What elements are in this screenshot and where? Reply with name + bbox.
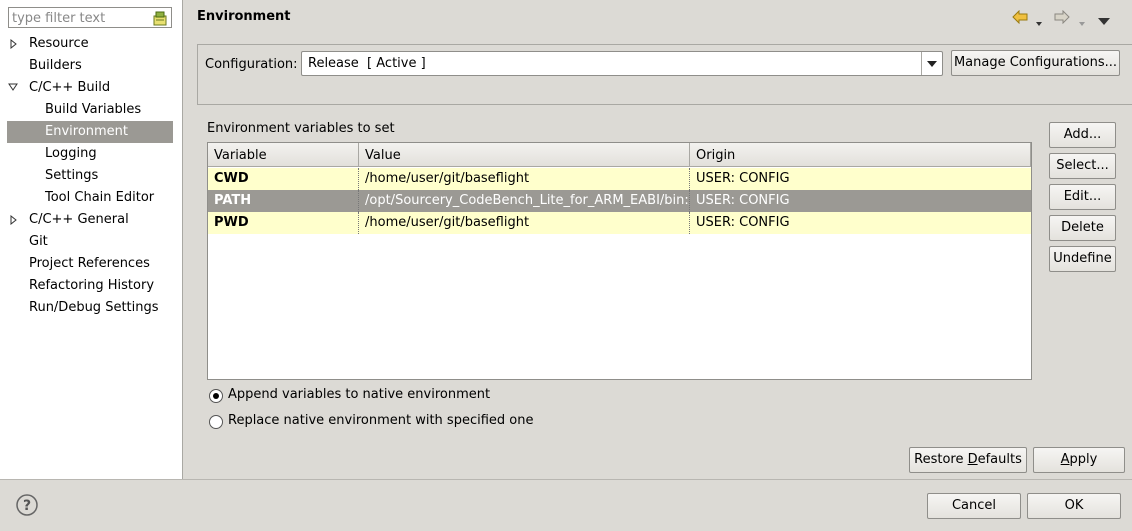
restore-defaults-button[interactable]: Restore Defaults: [909, 447, 1027, 473]
tree-item-label: Settings: [45, 168, 99, 183]
tree-item-label: Logging: [45, 146, 97, 161]
tree-item-label: Refactoring History: [29, 278, 155, 293]
undefine-button[interactable]: Undefine: [1049, 246, 1116, 272]
origin-cell: USER: CONFIG: [696, 215, 790, 230]
select-button[interactable]: Select...: [1049, 153, 1116, 179]
replace-radio-label[interactable]: Replace native environment with specifie…: [228, 413, 533, 428]
table-header: Variable Value Origin: [208, 143, 1031, 167]
column-header-variable[interactable]: Variable: [208, 143, 359, 167]
variable-cell: PATH: [208, 190, 359, 212]
back-arrow-icon[interactable]: [1012, 9, 1028, 28]
table-row[interactable]: PATH /opt/Sourcery_CodeBench_Lite_for_AR…: [208, 190, 1031, 212]
apply-button[interactable]: Apply: [1033, 447, 1125, 473]
tree-item-builders[interactable]: Builders: [0, 55, 182, 77]
dialog-button-bar: ? Cancel OK: [0, 479, 1132, 531]
clear-filter-icon[interactable]: [153, 10, 167, 26]
origin-cell: USER: CONFIG: [696, 193, 790, 208]
forward-dropdown-icon[interactable]: [1079, 15, 1085, 30]
add-button[interactable]: Add...: [1049, 122, 1116, 148]
tree-item-logging[interactable]: Logging: [0, 143, 182, 165]
forward-arrow-icon[interactable]: [1054, 9, 1070, 28]
back-dropdown-icon[interactable]: [1036, 15, 1042, 30]
origin-cell: USER: CONFIG: [696, 171, 790, 186]
value-cell: /home/user/git/baseflight: [359, 168, 690, 190]
chevron-down-icon[interactable]: [921, 52, 942, 75]
configuration-label: Configuration:: [205, 57, 298, 72]
tree-item-label: Resource: [29, 36, 89, 51]
tree-item-refactoring-history[interactable]: Refactoring History: [0, 275, 182, 297]
variable-cell: CWD: [208, 168, 359, 190]
tree-item-label: Tool Chain Editor: [45, 190, 155, 205]
tree-item-label: Build Variables: [45, 102, 142, 117]
env-section-label: Environment variables to set: [207, 121, 395, 136]
tree-item-tool-chain-editor[interactable]: Tool Chain Editor: [0, 187, 182, 209]
expand-icon[interactable]: [10, 209, 20, 231]
edit-button[interactable]: Edit...: [1049, 184, 1116, 210]
tree-item-label: Builders: [29, 58, 82, 73]
value-cell: /home/user/git/baseflight: [359, 212, 690, 234]
tree-item-label: C/C++ Build: [29, 80, 111, 95]
ok-button[interactable]: OK: [1027, 493, 1121, 519]
tree-item-label: Run/Debug Settings: [29, 300, 159, 315]
tree-item-resource[interactable]: Resource: [0, 33, 182, 55]
navigation-pane: Resource Builders C/C++ Build Build Vari…: [0, 0, 183, 479]
tree-item-cpp-general[interactable]: C/C++ General: [0, 209, 182, 231]
properties-page: Environment Configuration: Release [ Act…: [184, 0, 1132, 479]
page-nav-toolbar: [1012, 9, 1122, 30]
tree-item-label: Project References: [29, 256, 150, 271]
tree-item-label: Git: [29, 234, 48, 249]
filter-input[interactable]: [8, 7, 172, 28]
tree-item-cpp-build[interactable]: C/C++ Build: [0, 77, 182, 99]
help-icon[interactable]: ?: [16, 494, 38, 516]
tree-item-label: C/C++ General: [29, 212, 129, 227]
delete-button[interactable]: Delete: [1049, 215, 1116, 241]
view-menu-icon[interactable]: [1098, 14, 1110, 29]
svg-text:?: ?: [23, 498, 31, 514]
tree-item-build-variables[interactable]: Build Variables: [0, 99, 182, 121]
column-header-value[interactable]: Value: [359, 143, 690, 167]
cancel-button[interactable]: Cancel: [927, 493, 1021, 519]
tree-item-git[interactable]: Git: [0, 231, 182, 253]
tree-item-settings[interactable]: Settings: [0, 165, 182, 187]
table-row[interactable]: CWD /home/user/git/baseflight USER: CONF…: [208, 168, 1031, 190]
page-title: Environment: [197, 9, 291, 24]
append-radio[interactable]: [209, 389, 223, 403]
column-header-origin[interactable]: Origin: [690, 143, 1031, 167]
collapse-icon[interactable]: [8, 77, 18, 99]
tree-item-environment[interactable]: Environment: [7, 121, 173, 143]
tree-item-run-debug-settings[interactable]: Run/Debug Settings: [0, 297, 182, 319]
append-radio-label[interactable]: Append variables to native environment: [228, 387, 490, 402]
value-cell: /opt/Sourcery_CodeBench_Lite_for_ARM_EAB…: [359, 190, 690, 212]
configuration-value: Release [ Active ]: [308, 56, 426, 71]
configuration-group: Configuration: Release [ Active ] Manage…: [197, 44, 1132, 105]
tree-item-project-references[interactable]: Project References: [0, 253, 182, 275]
variable-cell: PWD: [208, 212, 359, 234]
replace-radio[interactable]: [209, 415, 223, 429]
tree-item-label: Environment: [45, 124, 129, 139]
expand-icon[interactable]: [10, 33, 20, 55]
env-variables-table[interactable]: Variable Value Origin CWD /home/user/git…: [207, 142, 1032, 380]
manage-configurations-button[interactable]: Manage Configurations...: [951, 50, 1120, 76]
table-row[interactable]: PWD /home/user/git/baseflight USER: CONF…: [208, 212, 1031, 234]
configuration-select[interactable]: Release [ Active ]: [301, 51, 943, 76]
